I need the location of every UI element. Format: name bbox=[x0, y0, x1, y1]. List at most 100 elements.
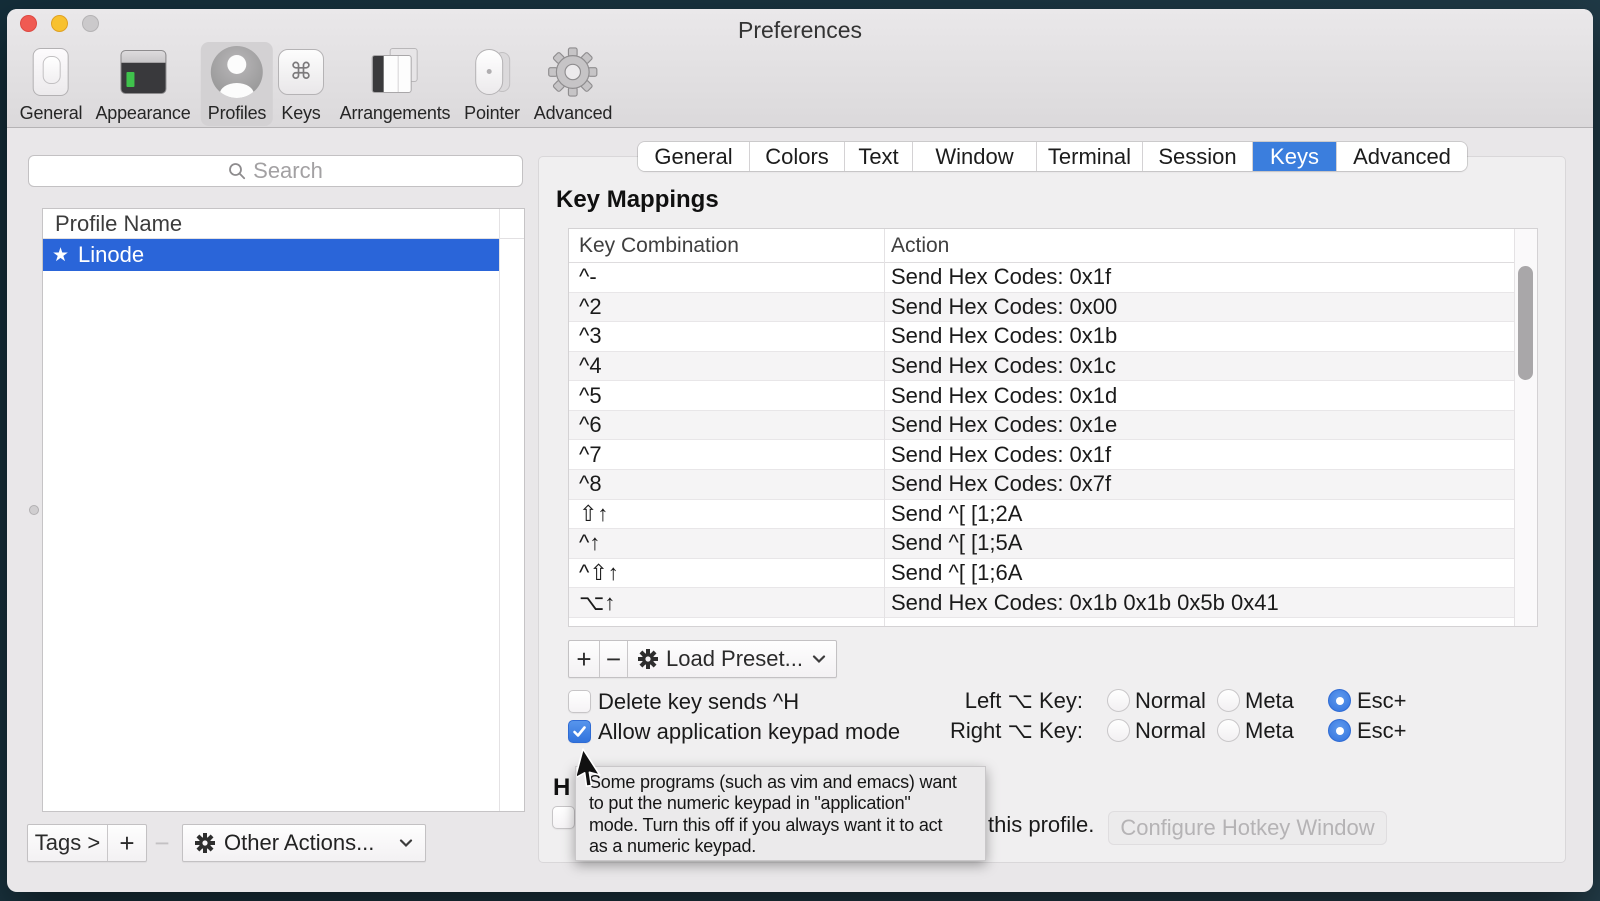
radio-meta-right[interactable] bbox=[1217, 719, 1240, 742]
check-icon bbox=[571, 723, 588, 740]
profile-list-header: Profile Name bbox=[43, 209, 524, 239]
tab-text[interactable]: Text bbox=[845, 142, 913, 171]
other-actions-dropdown[interactable]: Other Actions... bbox=[182, 824, 426, 862]
tab-window[interactable]: Window bbox=[913, 142, 1037, 171]
toolbar-item-arrangements[interactable]: Arrangements bbox=[333, 42, 458, 126]
configure-hotkey-window-button[interactable]: Configure Hotkey Window bbox=[1108, 811, 1387, 845]
toolbar-item-profiles[interactable]: Profiles bbox=[201, 42, 273, 126]
radio-group-label: Left ⌥ Key: bbox=[883, 689, 1083, 712]
key-mapping-row[interactable]: ^-Send Hex Codes: 0x1f bbox=[569, 263, 1514, 293]
delete-key-label: Delete key sends ^H bbox=[598, 690, 799, 713]
table-rows: ^-Send Hex Codes: 0x1f^2Send Hex Codes: … bbox=[569, 263, 1514, 618]
key-mapping-row[interactable]: ^⇧↑Send ^[ [1;6A bbox=[569, 559, 1514, 589]
toolbar-item-advanced[interactable]: Advanced bbox=[527, 42, 619, 126]
key-mapping-row[interactable]: ^4Send Hex Codes: 0x1c bbox=[569, 352, 1514, 382]
tooltip: Some programs (such as vim and emacs) wa… bbox=[575, 766, 986, 861]
list-column-divider bbox=[499, 209, 500, 811]
key-mapping-row[interactable]: ^8Send Hex Codes: 0x7f bbox=[569, 470, 1514, 500]
tags-button[interactable]: Tags > bbox=[28, 825, 108, 861]
keys-icon: ⌘ bbox=[278, 44, 324, 99]
hotkey-heading-partial: H bbox=[553, 774, 570, 802]
key-mapping-row[interactable]: ^3Send Hex Codes: 0x1b bbox=[569, 322, 1514, 352]
column-divider bbox=[884, 229, 885, 626]
tab-colors[interactable]: Colors bbox=[750, 142, 845, 171]
column-key-combination: Key Combination bbox=[579, 234, 739, 258]
toolbar-item-keys[interactable]: ⌘Keys bbox=[271, 42, 331, 126]
tooltip-line: mode. Turn this off if you always want i… bbox=[589, 815, 985, 836]
radio-label: Esc+ bbox=[1357, 719, 1407, 742]
key-mapping-row[interactable]: ^6Send Hex Codes: 0x1e bbox=[569, 411, 1514, 441]
remove-profile-button[interactable]: − bbox=[147, 824, 177, 862]
arrangements-icon bbox=[370, 44, 420, 99]
key-mapping-row[interactable]: ^5Send Hex Codes: 0x1d bbox=[569, 381, 1514, 411]
key-mapping-row[interactable]: ⇧↑Send ^[ [1;2A bbox=[569, 500, 1514, 530]
remove-mapping-button[interactable]: − bbox=[600, 641, 628, 677]
table-header: Key Combination Action bbox=[569, 229, 1537, 263]
radio-esc-right[interactable] bbox=[1328, 719, 1351, 742]
column-action: Action bbox=[891, 234, 949, 258]
profile-name: Linode bbox=[78, 242, 144, 268]
profile-list: Profile Name ★ Linode bbox=[42, 208, 525, 812]
radio-label: Esc+ bbox=[1357, 689, 1407, 712]
profiles-icon bbox=[211, 44, 263, 99]
radio-group-label: Right ⌥ Key: bbox=[883, 719, 1083, 742]
general-icon bbox=[33, 44, 69, 99]
advanced-icon bbox=[547, 44, 599, 99]
splitter-handle[interactable] bbox=[29, 505, 39, 515]
radio-normal-right[interactable] bbox=[1107, 719, 1130, 742]
add-profile-button[interactable]: + bbox=[108, 825, 146, 861]
load-preset-dropdown[interactable]: Load Preset... bbox=[628, 641, 836, 677]
radio-normal-left[interactable] bbox=[1107, 689, 1130, 712]
chevron-down-icon bbox=[812, 655, 826, 664]
hotkey-text-partial: this profile. bbox=[988, 813, 1094, 836]
search-icon bbox=[228, 162, 246, 180]
tooltip-line: as a numeric keypad. bbox=[589, 836, 985, 857]
tab-keys[interactable]: Keys bbox=[1253, 142, 1337, 171]
key-mapping-row[interactable]: ^7Send Hex Codes: 0x1f bbox=[569, 440, 1514, 470]
key-mapping-row[interactable]: ^↑Send ^[ [1;5A bbox=[569, 529, 1514, 559]
appearance-icon bbox=[120, 44, 166, 99]
tab-session[interactable]: Session bbox=[1143, 142, 1253, 171]
load-preset-label: Load Preset... bbox=[666, 646, 803, 672]
tab-advanced[interactable]: Advanced bbox=[1337, 142, 1467, 171]
radio-meta-left[interactable] bbox=[1217, 689, 1240, 712]
toolbar-item-general[interactable]: General bbox=[13, 42, 90, 126]
radio-label: Meta bbox=[1245, 689, 1294, 712]
radio-esc-left[interactable] bbox=[1328, 689, 1351, 712]
radio-label: Normal bbox=[1135, 719, 1206, 742]
mapping-buttons: + − Load Preset... bbox=[568, 640, 837, 678]
key-mapping-row[interactable]: ^2Send Hex Codes: 0x00 bbox=[569, 293, 1514, 323]
key-mapping-row[interactable]: ⌥↑Send Hex Codes: 0x1b 0x1b 0x5b 0x41 bbox=[569, 588, 1514, 618]
preferences-window: Preferences GeneralAppearanceProfiles⌘Ke… bbox=[7, 9, 1593, 892]
other-actions-label: Other Actions... bbox=[224, 830, 374, 856]
title-bar[interactable]: Preferences GeneralAppearanceProfiles⌘Ke… bbox=[7, 9, 1593, 128]
profile-row-selected[interactable]: ★ Linode bbox=[43, 239, 499, 271]
search-placeholder: Search bbox=[253, 158, 323, 184]
radio-label: Meta bbox=[1245, 719, 1294, 742]
tab-terminal[interactable]: Terminal bbox=[1037, 142, 1143, 171]
delete-key-checkbox[interactable] bbox=[568, 690, 591, 713]
toolbar-item-pointer[interactable]: Pointer bbox=[457, 42, 527, 126]
radio-label: Normal bbox=[1135, 689, 1206, 712]
tags-add-group: Tags > + bbox=[27, 824, 147, 862]
tooltip-line: to put the numeric keypad in "applicatio… bbox=[589, 793, 985, 814]
pointer-icon bbox=[467, 44, 517, 99]
toolbar-item-appearance[interactable]: Appearance bbox=[88, 42, 197, 126]
profile-tabs: GeneralColorsTextWindowTerminalSessionKe… bbox=[638, 142, 1467, 171]
hotkey-checkbox[interactable] bbox=[552, 806, 575, 829]
mouse-cursor bbox=[577, 745, 623, 797]
tab-general[interactable]: General bbox=[638, 142, 750, 171]
gear-icon bbox=[638, 649, 658, 669]
section-heading: Key Mappings bbox=[556, 186, 719, 214]
window-title: Preferences bbox=[7, 17, 1593, 44]
chevron-down-icon bbox=[399, 839, 413, 848]
search-input[interactable]: Search bbox=[28, 155, 523, 187]
keypad-mode-checkbox[interactable] bbox=[568, 720, 591, 743]
star-icon: ★ bbox=[52, 244, 69, 267]
key-mappings-table: Key Combination Action ^-Send Hex Codes:… bbox=[568, 228, 1538, 627]
add-mapping-button[interactable]: + bbox=[569, 641, 600, 677]
gear-icon bbox=[195, 833, 215, 853]
tooltip-line: Some programs (such as vim and emacs) wa… bbox=[589, 772, 985, 793]
keypad-mode-label: Allow application keypad mode bbox=[598, 720, 900, 743]
scrollbar-thumb[interactable] bbox=[1518, 266, 1533, 380]
